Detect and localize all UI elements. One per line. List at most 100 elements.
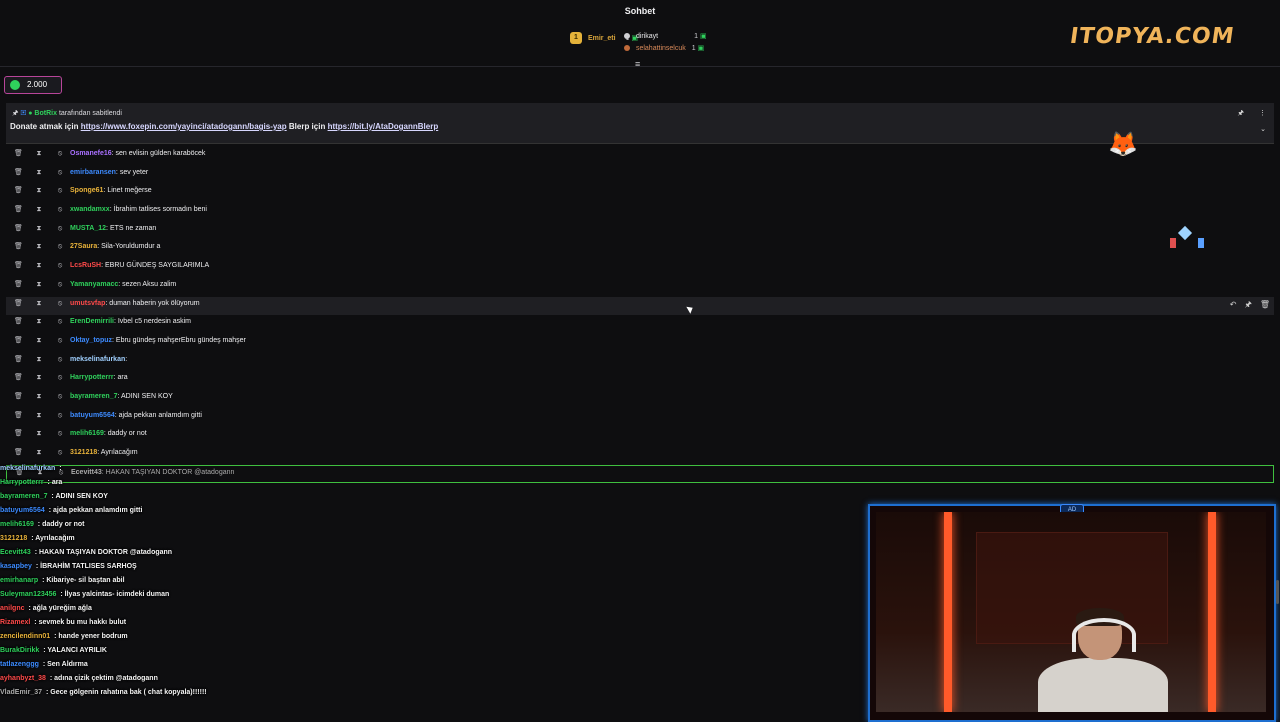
chat-message[interactable]: 🗑 ⧗ ⦸ xwandamxx: İbrahim tatlises sormadın … [6,203,1274,222]
ban-icon[interactable]: ⦸ [56,166,64,180]
trash-icon[interactable]: 🗑 [14,371,23,385]
trash-icon[interactable]: 🗑 [14,278,23,292]
overlay-username: batuyum6564 [0,507,45,514]
timeout-icon[interactable]: ⧗ [35,446,43,460]
donate-link[interactable]: https://www.foxepin.com/yayinci/atadogan… [81,122,287,131]
collapse-chevron-icon[interactable]: ≡ [635,59,640,69]
chat-username[interactable]: LcsRuSH [70,262,101,269]
chat-username[interactable]: Oktay_topuz [70,337,112,344]
ban-icon[interactable]: ⦸ [56,390,64,404]
ban-icon[interactable]: ⦸ [56,222,64,236]
unpin-icon[interactable]: 🖈 [1238,109,1244,120]
chat-username[interactable]: batuyum6564 [70,412,115,419]
chat-message[interactable]: 🗑 ⧗ ⦸ ErenDemirrili: Ivbel c5 nerdesin aski… [6,315,1274,334]
chat-username[interactable]: MUSTA_12 [70,225,106,232]
ban-icon[interactable]: ⦸ [56,409,64,423]
trash-icon[interactable]: 🗑 [14,315,23,329]
chat-username[interactable]: 27Saura [70,243,97,250]
trash-icon[interactable]: 🗑 [14,297,23,311]
trash-icon[interactable]: 🗑 [14,240,23,254]
chat-username[interactable]: 3121218 [70,449,97,456]
ban-icon[interactable]: ⦸ [56,446,64,460]
chat-username[interactable]: melih6169 [70,430,104,437]
trash-icon[interactable]: 🗑 [14,222,23,236]
chat-message[interactable]: 🗑 ⧗ ⦸ bayrameren_7: ADINI SEN KOY [6,390,1274,409]
trash-icon[interactable]: 🗑 [14,409,23,423]
chat-message[interactable]: 🗑 ⧗ ⦸ 27Saura: Sila-Yoruldumdur a [6,240,1274,259]
ban-icon[interactable]: ⦸ [56,147,64,161]
ban-icon[interactable]: ⦸ [56,371,64,385]
chat-username[interactable]: umutsvfap [70,300,105,307]
timeout-icon[interactable]: ⧗ [35,278,43,292]
timeout-icon[interactable]: ⧗ [35,297,43,311]
expand-chevron-icon[interactable]: ⌄ [1260,125,1266,133]
trash-icon[interactable]: 🗑 [14,203,23,217]
timeout-icon[interactable]: ⧗ [35,147,43,161]
ban-icon[interactable]: ⦸ [56,278,64,292]
timeout-icon[interactable]: ⧗ [35,184,43,198]
ban-icon[interactable]: ⦸ [56,297,64,311]
sponsor-logo: ITOPYA.COM [1068,24,1237,49]
chat-message[interactable]: 🗑 ⧗ ⦸ emirbaransen: sev yeter [6,166,1274,185]
leaderboard-others[interactable]: dirikayt 1 ▣ selahattinselcuk 1 ▣ [624,31,707,55]
ban-icon[interactable]: ⦸ [56,184,64,198]
timeout-icon[interactable]: ⧗ [35,409,43,423]
ban-icon[interactable]: ⦸ [56,315,64,329]
trash-icon[interactable]: 🗑 [14,390,23,404]
scrollbar[interactable] [1276,580,1279,604]
timeout-icon[interactable]: ⧗ [35,166,43,180]
chat-message[interactable]: 🗑 ⧗ ⦸ MUSTA_12: ETS ne zaman [6,222,1274,241]
trash-icon[interactable]: 🗑 [14,184,23,198]
trash-icon[interactable]: 🗑 [14,147,23,161]
trash-icon[interactable]: 🗑 [14,446,23,460]
chat-message[interactable]: 🗑 ⧗ ⦸ Sponge61: Linet meğerse [6,184,1274,203]
ban-icon[interactable]: ⦸ [56,427,64,441]
timeout-icon[interactable]: ⧗ [35,222,43,236]
reply-icon[interactable]: ↶ [1230,300,1237,309]
timeout-icon[interactable]: ⧗ [35,334,43,348]
trash-icon[interactable]: 🗑 [14,259,23,273]
chat-username[interactable]: emirbaransen [70,169,116,176]
channel-points-button[interactable]: 2.000 [4,76,62,94]
timeout-icon[interactable]: ⧗ [35,353,43,367]
chat-message[interactable]: 🗑 ⧗ ⦸ Osmanefe16: sen evlisin gülden karabö… [6,147,1274,166]
chat-message[interactable]: 🗑 ⧗ ⦸ batuyum6564: ajda pekkan anlamdım git… [6,409,1274,428]
ban-icon[interactable]: ⦸ [56,259,64,273]
timeout-icon[interactable]: ⧗ [35,427,43,441]
trash-icon[interactable]: 🗑 [14,334,23,348]
chat-message[interactable]: 🗑 ⧗ ⦸ Harrypotterrr: ara [6,371,1274,390]
timeout-icon[interactable]: ⧗ [35,315,43,329]
more-options-icon[interactable]: ⋮ [1259,109,1266,117]
pin-message-icon[interactable]: 🖈 [1244,300,1251,309]
ban-icon[interactable]: ⦸ [56,240,64,254]
timeout-icon[interactable]: ⧗ [35,203,43,217]
chat-username[interactable]: ErenDemirrili [70,318,114,325]
delete-icon[interactable]: 🗑 [1260,300,1270,309]
chat-message[interactable]: 🗑 ⧗ ⦸ umutsvfap: duman haberin yok ölüyorum… [6,296,1274,316]
ban-icon[interactable]: ⦸ [56,203,64,217]
chat-message[interactable]: 🗑 ⧗ ⦸ LcsRuSH: EBRU GÜNDEŞ SAYGILARIMLA [6,259,1274,278]
chat-username[interactable]: xwandamxx [70,206,110,213]
chat-message[interactable]: 🗑 ⧗ ⦸ Oktay_topuz: Ebru gündeş mahşerEbru g… [6,334,1274,353]
chat-username[interactable]: Harrypotterrr [70,374,114,381]
chat-username[interactable]: bayrameren_7 [70,393,117,400]
trash-icon[interactable]: 🗑 [14,427,23,441]
timeout-icon[interactable]: ⧗ [35,259,43,273]
trash-icon[interactable]: 🗑 [14,166,23,180]
chat-username[interactable]: Yamanyamacc [70,281,118,288]
chat-message[interactable]: 🗑 ⧗ ⦸ Yamanyamacc: sezen Aksu zalim [6,278,1274,297]
chat-message[interactable]: 🗑 ⧗ ⦸ melih6169: daddy or not [6,427,1274,446]
chat-username[interactable]: Osmanefe16 [70,150,112,157]
blerp-link[interactable]: https://bit.ly/AtaDogannBlerp [328,122,439,131]
trash-icon[interactable]: 🗑 [14,353,23,367]
overlay-username: melih6169 [0,521,34,528]
chat-username[interactable]: Sponge61 [70,187,103,194]
overlay-message: Ecevitt43 : HAKAN TAŞIYAN DOKTOR @atadog… [0,546,350,560]
chat-username[interactable]: mekselinafurkan [70,356,125,363]
timeout-icon[interactable]: ⧗ [35,240,43,254]
ban-icon[interactable]: ⦸ [56,334,64,348]
timeout-icon[interactable]: ⧗ [35,371,43,385]
timeout-icon[interactable]: ⧗ [35,390,43,404]
chat-message[interactable]: 🗑 ⧗ ⦸ mekselinafurkan: [6,353,1274,372]
ban-icon[interactable]: ⦸ [56,353,64,367]
